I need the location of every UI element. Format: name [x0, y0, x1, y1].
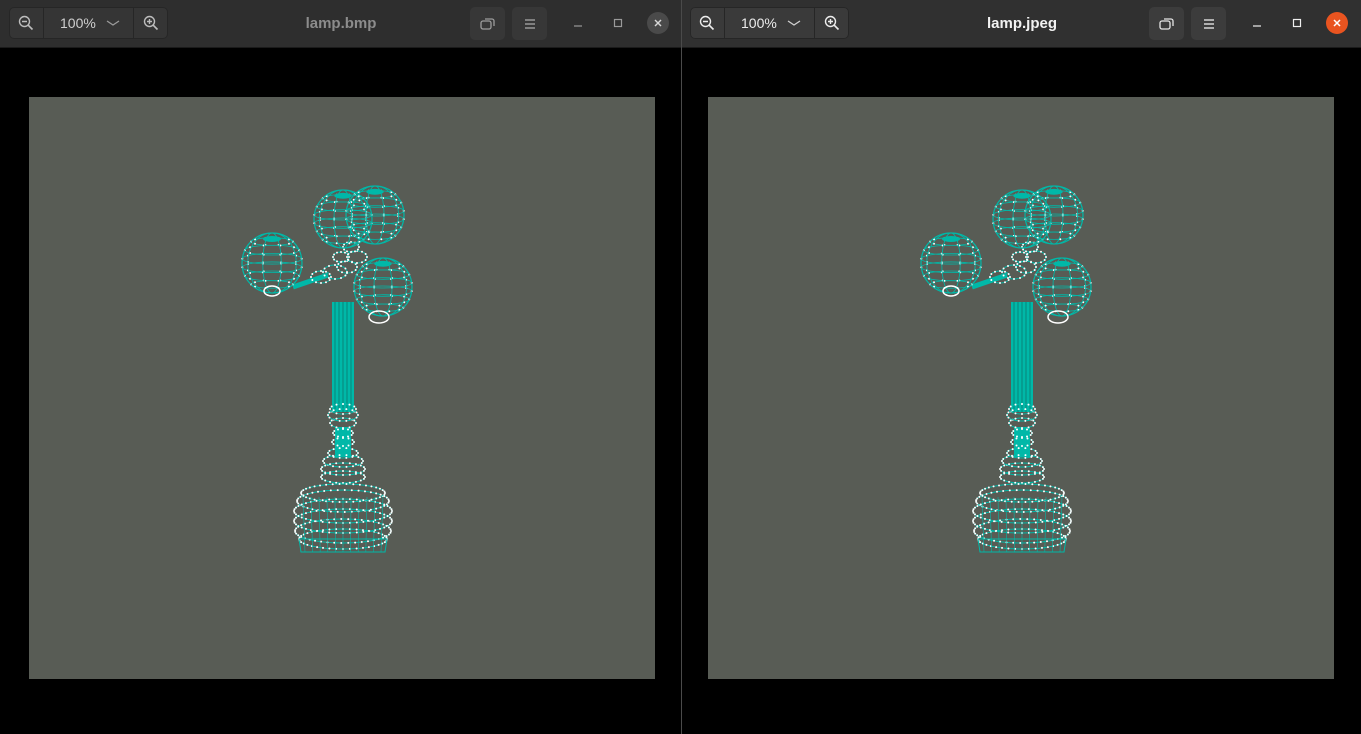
minimize-icon: [574, 25, 582, 27]
fullscreen-icon: [1158, 17, 1174, 30]
zoom-level-text: 100%: [741, 15, 777, 31]
zoom-level-text: 100%: [60, 15, 96, 31]
main-menu-button[interactable]: [512, 7, 547, 40]
maximize-icon: [613, 18, 623, 28]
zoom-out-button[interactable]: [9, 7, 43, 39]
minimize-button[interactable]: [567, 12, 589, 34]
header-bar: 100% lamp.jpeg: [682, 0, 1361, 48]
header-bar: 100% lamp.bmp: [0, 0, 681, 48]
zoom-in-icon: [824, 15, 840, 31]
close-button[interactable]: [1326, 12, 1348, 34]
zoom-level-dropdown[interactable]: 100%: [724, 7, 814, 39]
minimize-icon: [1253, 25, 1261, 27]
fullscreen-icon: [479, 17, 495, 30]
maximize-icon: [1292, 18, 1302, 28]
zoom-out-icon: [699, 15, 715, 31]
chevron-down-icon: [106, 20, 120, 26]
main-menu-button[interactable]: [1191, 7, 1226, 40]
image-viewer-window-right: 100% lamp.jpeg: [682, 0, 1361, 734]
lamp-wireframe-render: [920, 185, 1092, 553]
zoom-control-group: 100%: [690, 7, 849, 39]
close-button[interactable]: [647, 12, 669, 34]
minimize-button[interactable]: [1246, 12, 1268, 34]
maximize-button[interactable]: [607, 12, 629, 34]
displayed-image: [29, 97, 655, 679]
image-canvas[interactable]: [682, 48, 1361, 734]
chevron-down-icon: [787, 20, 801, 26]
hamburger-menu-icon: [524, 18, 535, 29]
maximize-button[interactable]: [1286, 12, 1308, 34]
zoom-in-button[interactable]: [814, 7, 849, 39]
displayed-image: [708, 97, 1334, 679]
hamburger-menu-icon: [1203, 18, 1214, 29]
zoom-in-button[interactable]: [133, 7, 168, 39]
zoom-control-group: 100%: [9, 7, 168, 39]
zoom-out-button[interactable]: [690, 7, 724, 39]
zoom-level-dropdown[interactable]: 100%: [43, 7, 133, 39]
image-canvas[interactable]: [0, 48, 681, 734]
zoom-in-icon: [143, 15, 159, 31]
fullscreen-button[interactable]: [470, 7, 505, 40]
image-viewer-window-left: 100% lamp.bmp: [0, 0, 681, 734]
zoom-out-icon: [18, 15, 34, 31]
close-icon: [1333, 19, 1341, 27]
window-title: lamp.jpeg: [986, 15, 1057, 32]
lamp-wireframe-render: [241, 185, 413, 553]
fullscreen-button[interactable]: [1149, 7, 1184, 40]
close-icon: [654, 19, 662, 27]
window-title: lamp.bmp: [305, 15, 377, 32]
